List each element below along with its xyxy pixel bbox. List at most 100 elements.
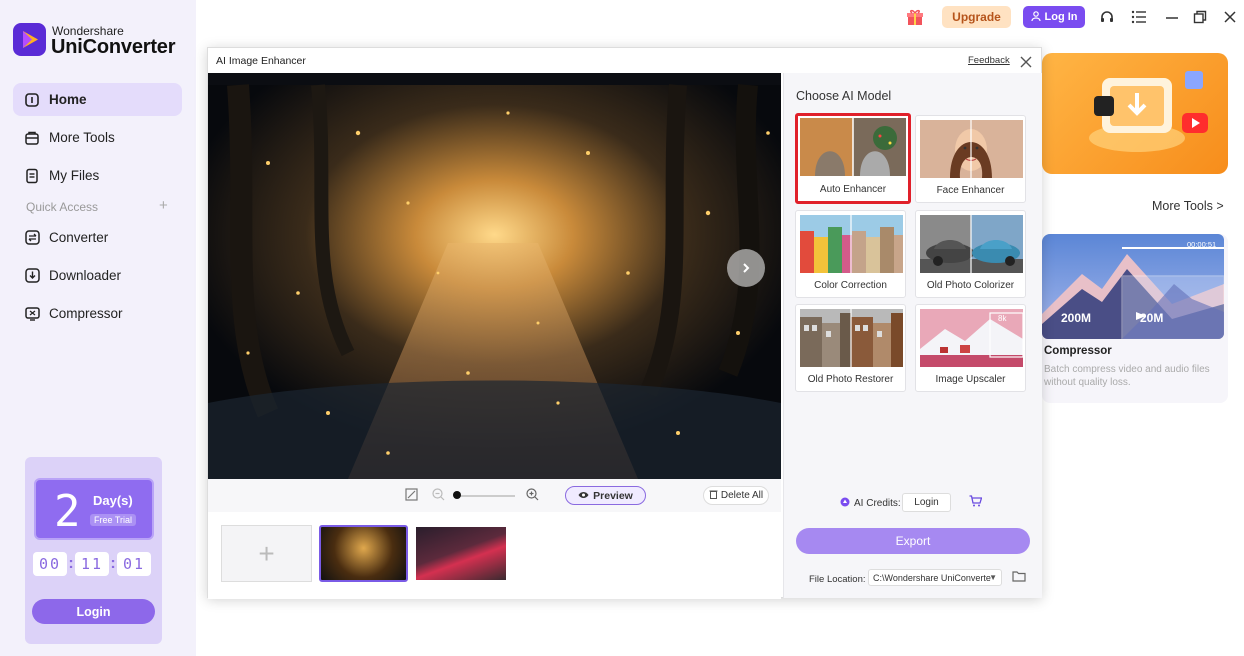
sidebar-item-more-tools[interactable]: More Tools [13,121,182,154]
ai-image-enhancer-dialog: AI Image Enhancer Feedback Preview Delet… [207,47,1042,599]
timer-seconds: 01 [117,552,151,576]
compressor-preview-image: 00:00:51 200M 20M [1042,234,1224,339]
sidebar-item-my-files[interactable]: My Files [13,159,182,192]
gift-icon[interactable] [906,8,924,26]
face-enhancer-preview [920,120,1023,178]
more-tools-link[interactable]: More Tools > [1152,199,1224,213]
sidebar-item-label: My Files [49,168,100,183]
fit-screen-icon[interactable] [405,488,418,504]
choose-ai-model-title: Choose AI Model [796,89,892,103]
thumbnail-forest[interactable] [319,525,408,582]
upscale-badge: 8k [998,314,1007,323]
ai-model-panel: Choose AI Model Auto Enhancer Face Enhan… [783,73,1042,598]
timer-minutes: 11 [75,552,109,576]
feedback-link[interactable]: Feedback [968,55,1010,66]
eye-icon [578,490,589,502]
sidebar: Wondershare UniConverter Home More Tools… [0,0,196,656]
compressor-from-size: 200M [1061,311,1092,325]
model-auto-enhancer[interactable]: Auto Enhancer [795,113,911,204]
top-login-button[interactable]: Log In [1023,6,1085,28]
chevron-down-icon: ▼ [989,573,997,582]
trash-icon [709,489,718,502]
delete-all-label: Delete All [720,490,764,501]
minimize-icon[interactable] [1163,8,1181,26]
export-button[interactable]: Export [796,528,1030,554]
close-window-icon[interactable] [1221,8,1239,26]
image-upscaler-preview: 8k [920,309,1023,367]
model-old-photo-restorer[interactable]: Old Photo Restorer [795,304,906,392]
converter-icon [23,229,41,247]
compressor-to-size: 20M [1140,311,1164,325]
sidebar-item-label: Downloader [49,268,122,283]
zoom-slider-knob[interactable] [453,491,461,499]
file-location-value: C:\Wondershare UniConverte [873,572,991,583]
delete-all-button[interactable]: Delete All [703,486,769,505]
model-color-correction[interactable]: Color Correction [795,210,906,298]
brand-name-line2: UniConverter [51,36,176,58]
preview-label: Preview [593,489,633,502]
file-location-select[interactable]: C:\Wondershare UniConverte ▼ [868,569,1002,586]
trial-countdown: 00 : 11 : 01 [33,552,151,576]
ai-credits-icon [840,497,850,510]
trial-days-box: 2 Day(s) Free Trial [34,478,154,540]
preview-button[interactable]: Preview [565,486,646,505]
sidebar-item-compressor[interactable]: Compressor [13,297,182,330]
trial-panel: 2 Day(s) Free Trial 00 : 11 : 01 Login [25,457,162,644]
preview-toolbar: Preview Delete All [208,479,781,512]
model-label: Image Upscaler [935,374,1006,385]
model-label: Auto Enhancer [819,184,887,195]
old-photo-restorer-preview [800,309,903,367]
add-quick-access-icon[interactable]: + [159,197,168,214]
model-label: Color Correction [814,280,887,291]
auto-enhancer-preview [800,118,906,176]
sidebar-item-downloader[interactable]: Downloader [13,259,182,292]
zoom-slider[interactable] [457,495,515,497]
ai-credits-label: AI Credits: [854,498,901,509]
quick-access-label: Quick Access [26,200,99,214]
image-preview [208,73,781,479]
headset-icon[interactable] [1098,8,1116,26]
home-icon [23,91,41,109]
uniconverter-logo-icon [13,23,46,56]
restore-icon[interactable] [1191,8,1209,26]
dialog-close-icon[interactable] [1020,52,1032,73]
dialog-title: AI Image Enhancer [216,55,306,67]
folder-icon[interactable] [1012,570,1026,585]
zoom-out-icon[interactable] [432,488,445,504]
toolbox-icon [23,129,41,147]
model-label: Face Enhancer [936,185,1005,196]
trial-days-number: 2 [54,486,81,537]
thumbnail-city[interactable] [416,527,506,580]
promo-banner[interactable] [1042,53,1228,174]
cart-icon[interactable] [969,495,983,510]
compressor-card[interactable]: 00:00:51 200M 20M Compressor Batch compr… [1042,234,1228,403]
thumbnail-strip: + [208,512,781,599]
zoom-in-icon[interactable] [526,488,539,504]
model-face-enhancer[interactable]: Face Enhancer [915,115,1026,203]
top-login-label: Log In [1044,11,1078,23]
old-photo-colorizer-preview [920,215,1023,273]
model-old-photo-colorizer[interactable]: Old Photo Colorizer [915,210,1026,298]
sidebar-item-converter[interactable]: Converter [13,221,182,254]
sidebar-item-label: More Tools [49,130,115,145]
sidebar-item-label: Converter [49,230,109,245]
sidebar-item-label: Compressor [49,306,123,321]
file-icon [23,167,41,185]
model-image-upscaler[interactable]: 8k Image Upscaler [915,304,1026,392]
compressor-card-description: Batch compress video and audio files wit… [1044,364,1210,388]
add-image-button[interactable]: + [221,525,312,582]
downloader-icon [23,267,41,285]
trial-login-button[interactable]: Login [32,599,155,624]
menu-icon[interactable] [1130,8,1148,26]
credits-login-button[interactable]: Login [902,493,951,512]
user-icon [1030,10,1041,24]
timer-hours: 00 [33,552,67,576]
compressor-time: 00:00:51 [1187,240,1217,249]
upgrade-button[interactable]: Upgrade [942,6,1011,28]
model-label: Old Photo Colorizer [926,280,1015,291]
sidebar-item-home[interactable]: Home [13,83,182,116]
file-location-label: File Location: [809,574,866,585]
free-trial-badge: Free Trial [90,514,137,526]
model-label: Old Photo Restorer [807,374,894,385]
next-image-button[interactable] [727,249,765,287]
